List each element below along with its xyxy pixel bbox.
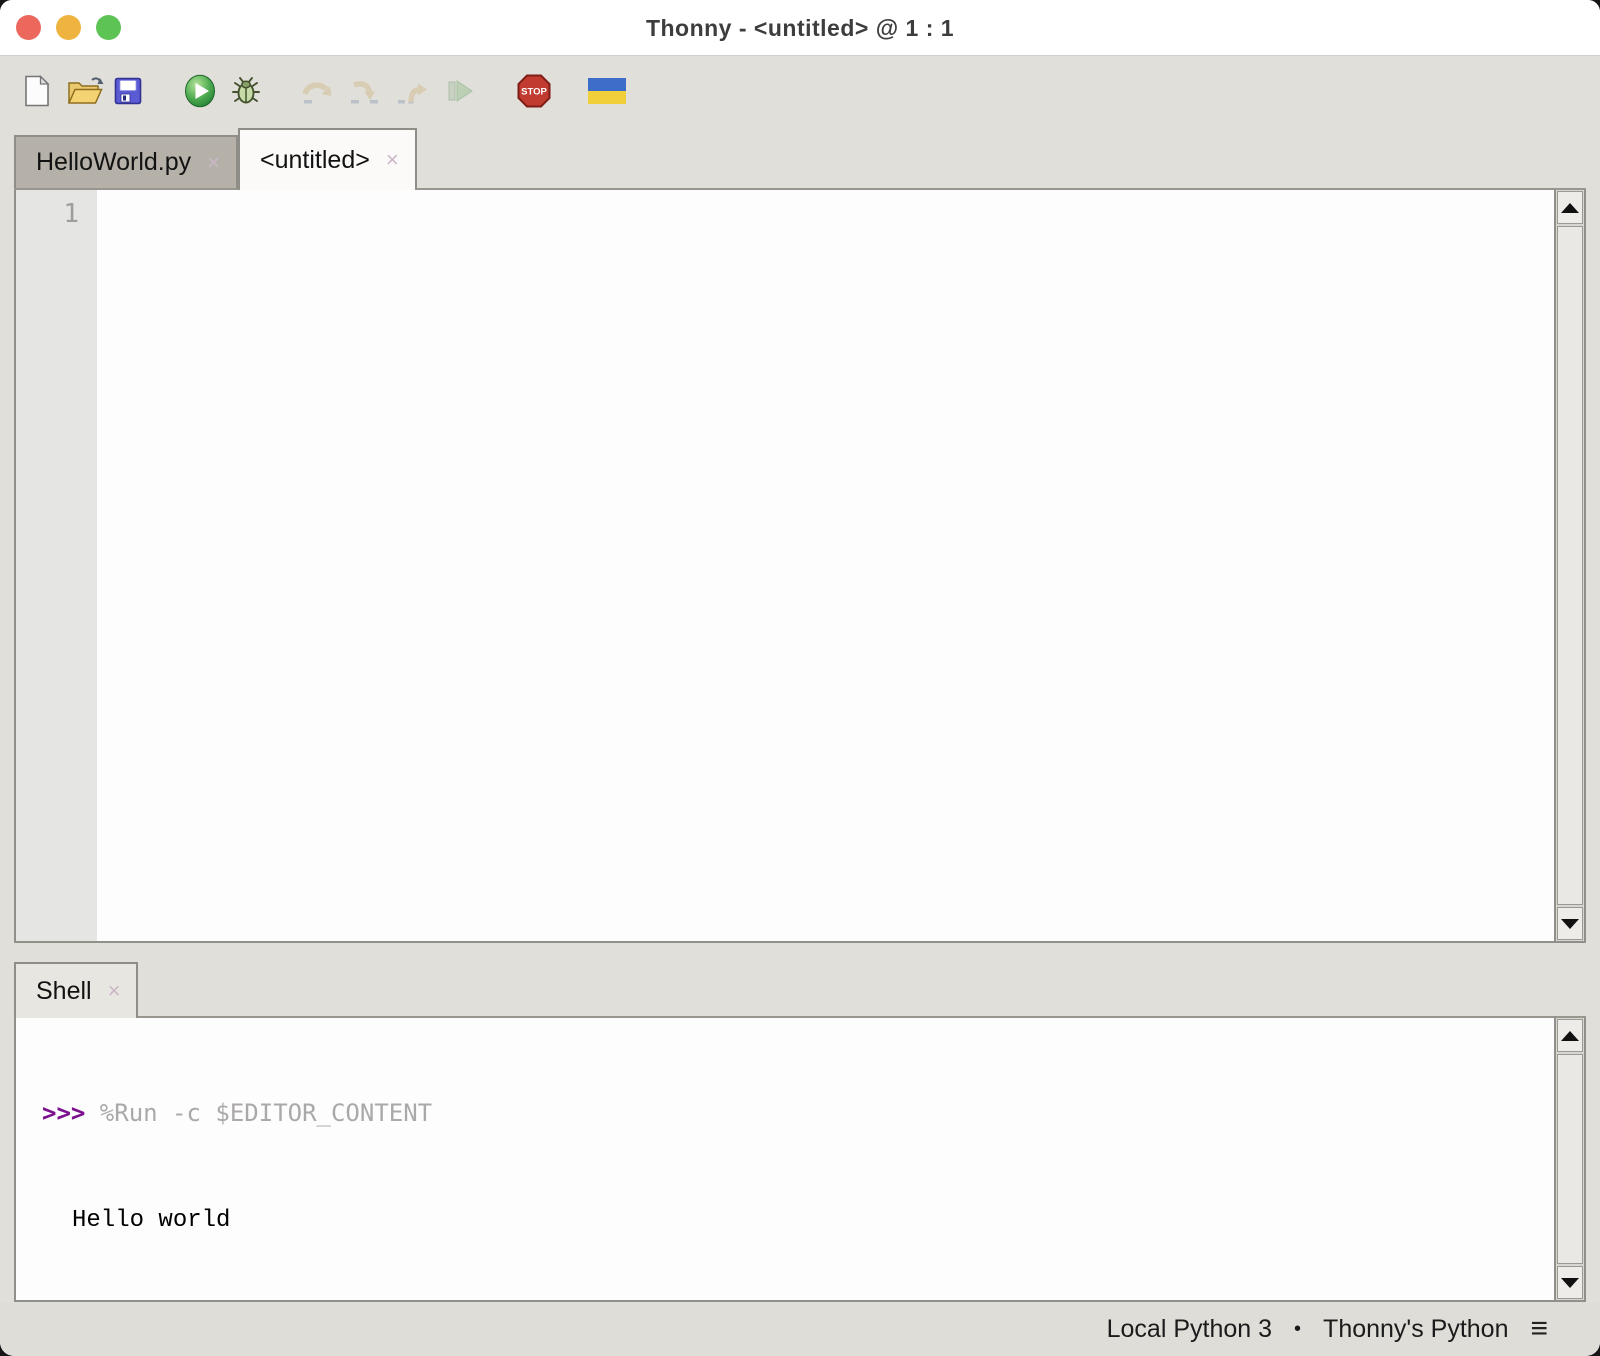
- line-number: 1: [16, 198, 79, 230]
- tab-close-icon[interactable]: ×: [108, 980, 121, 1002]
- editor-scrollbar[interactable]: [1554, 190, 1584, 941]
- save-floppy-icon: [114, 77, 142, 105]
- step-out-icon: [396, 77, 430, 105]
- save-file-button[interactable]: [114, 69, 142, 113]
- shell-output-area[interactable]: >>> %Run -c $EDITOR_CONTENT Hello world …: [16, 1018, 1554, 1300]
- shell-command: %Run -c $EDITOR_CONTENT: [100, 1099, 432, 1127]
- arrow-up-icon: [1561, 1031, 1579, 1041]
- backend-menu-icon[interactable]: ≡: [1530, 1314, 1548, 1344]
- arrow-down-icon: [1561, 1278, 1579, 1288]
- shell-scrollbar[interactable]: [1554, 1018, 1584, 1300]
- open-file-button[interactable]: [66, 69, 104, 113]
- thonny-window: Thonny - <untitled> @ 1 : 1: [0, 0, 1600, 1356]
- scroll-up-button[interactable]: [1557, 191, 1583, 224]
- scrollbar-thumb[interactable]: [1557, 1054, 1583, 1264]
- backend-label[interactable]: Thonny's Python: [1323, 1315, 1508, 1344]
- scrollbar-thumb[interactable]: [1557, 226, 1583, 905]
- stop-button[interactable]: STOP: [516, 69, 552, 113]
- debug-bug-icon: [230, 75, 262, 107]
- tab-close-icon[interactable]: ×: [386, 149, 399, 171]
- code-editor-area[interactable]: [97, 190, 1554, 941]
- new-file-button[interactable]: [24, 69, 50, 113]
- run-button[interactable]: [184, 69, 216, 113]
- statusbar: Local Python 3 • Thonny's Python ≡: [0, 1302, 1600, 1356]
- shell-prompt: >>>: [42, 1099, 100, 1127]
- resume-button[interactable]: [444, 69, 474, 113]
- status-separator-dot: •: [1294, 1318, 1301, 1341]
- stop-label: STOP: [521, 87, 547, 98]
- titlebar: Thonny - <untitled> @ 1 : 1: [0, 0, 1600, 56]
- tab-untitled[interactable]: <untitled> ×: [238, 128, 417, 190]
- tab-close-icon[interactable]: ×: [207, 152, 220, 174]
- ukraine-flag-icon: [588, 78, 626, 104]
- scroll-down-button[interactable]: [1557, 1266, 1583, 1299]
- step-over-button[interactable]: [300, 69, 334, 113]
- ukraine-support-button[interactable]: [588, 69, 626, 113]
- open-folder-icon: [66, 76, 104, 106]
- step-out-button[interactable]: [396, 69, 430, 113]
- tab-label: Shell: [36, 977, 92, 1006]
- tab-label: <untitled>: [260, 146, 370, 175]
- step-into-icon: [348, 77, 382, 105]
- shell-line: >>> %Run -c $EDITOR_CONTENT: [42, 1098, 1554, 1128]
- arrow-up-icon: [1561, 203, 1579, 213]
- new-file-icon: [24, 75, 50, 107]
- shell-pane: >>> %Run -c $EDITOR_CONTENT Hello world …: [14, 1018, 1586, 1302]
- tab-label: HelloWorld.py: [36, 148, 191, 177]
- shell-stdout: Hello world: [42, 1206, 1554, 1236]
- tab-helloworld-py[interactable]: HelloWorld.py ×: [14, 135, 238, 188]
- step-into-button[interactable]: [348, 69, 382, 113]
- editor-pane: 1: [14, 190, 1586, 943]
- line-number-gutter: 1: [16, 190, 97, 941]
- editor-tabbar: HelloWorld.py × <untitled> ×: [14, 126, 1586, 190]
- run-play-icon: [184, 74, 216, 108]
- debug-button[interactable]: [230, 69, 262, 113]
- step-over-icon: [300, 77, 334, 105]
- resume-icon: [444, 77, 474, 105]
- shell-tabbar: Shell ×: [14, 943, 1586, 1018]
- interpreter-label[interactable]: Local Python 3: [1107, 1315, 1272, 1344]
- tab-shell[interactable]: Shell ×: [14, 962, 138, 1018]
- scroll-up-button[interactable]: [1557, 1019, 1583, 1052]
- toolbar: STOP: [0, 56, 1600, 126]
- arrow-down-icon: [1561, 919, 1579, 929]
- scroll-down-button[interactable]: [1557, 907, 1583, 940]
- window-title: Thonny - <untitled> @ 1 : 1: [0, 0, 1600, 56]
- stop-sign-icon: STOP: [516, 73, 552, 109]
